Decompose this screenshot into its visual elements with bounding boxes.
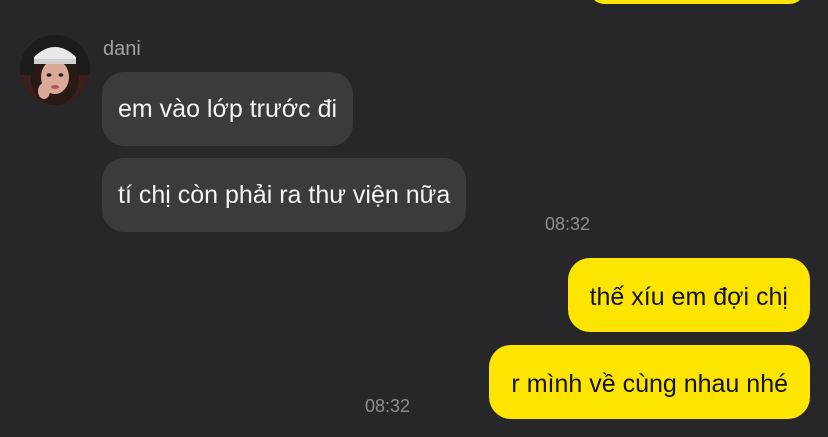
sender-name: dani [103,38,141,60]
message-text: r mình về cùng nhau nhé [511,370,788,398]
message-text: em vào lớp trước đi [118,95,338,123]
message-timestamp: 08:32 [545,214,591,234]
previous-outgoing-bubble[interactable] [588,0,806,4]
profile-photo-avatar [20,35,90,105]
message-text: tí chị còn phải ra thư viện nữa [118,181,451,209]
outgoing-message-bubble[interactable]: r mình về cùng nhau nhé [489,345,810,419]
outgoing-message-bubble[interactable]: thế xíu em đợi chị [567,258,810,332]
sender-avatar[interactable] [20,35,90,105]
incoming-message-bubble[interactable]: em vào lớp trước đi [102,72,354,146]
message-timestamp: 08:32 [365,396,411,416]
message-text: thế xíu em đợi chị [589,283,788,311]
incoming-message-bubble[interactable]: tí chị còn phải ra thư viện nữa [102,158,467,232]
